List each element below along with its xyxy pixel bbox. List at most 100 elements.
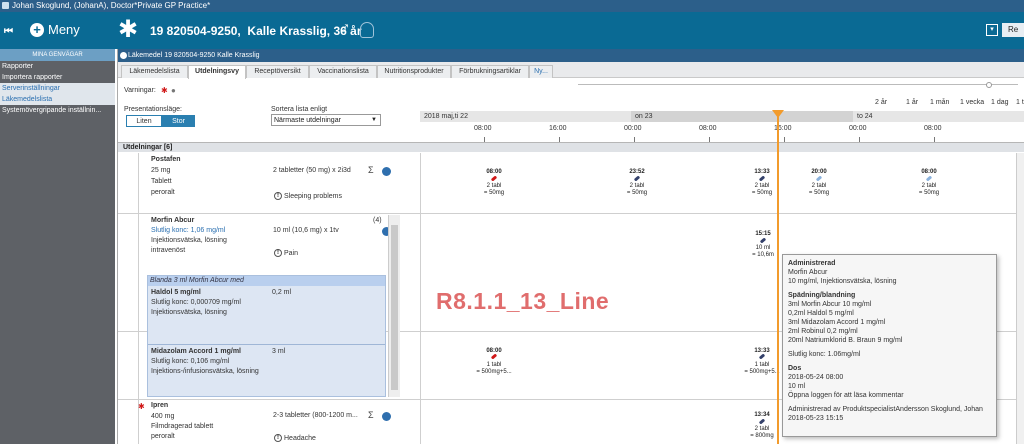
timeline-zoom-handle[interactable] bbox=[986, 82, 992, 88]
mix-item-haldol-form: Injektionsvätska, lösning bbox=[151, 309, 227, 316]
tooltip-line: Slutlig konc: 1.06mg/ml bbox=[788, 351, 861, 358]
tab-utdelningsvy[interactable]: Utdelningsvy bbox=[188, 65, 246, 79]
hour-label: 00:00 bbox=[849, 125, 867, 132]
list-scrollbar[interactable] bbox=[1016, 153, 1024, 444]
hour-label: 00:00 bbox=[624, 125, 642, 132]
date-band-tue: 2018 maj,ti 22 bbox=[420, 111, 631, 122]
zoom-1-month[interactable]: 1 mån bbox=[930, 99, 949, 106]
tab-receptoversikt[interactable]: Receptöversikt bbox=[246, 65, 309, 78]
watermark-text: R8.1.1_13_Line bbox=[436, 288, 610, 314]
tooltip-line: 10 mg/ml, Injektionsvätska, lösning bbox=[788, 278, 897, 285]
sidebar-item-systemovergripande[interactable]: Systemövergripande inställnin... bbox=[0, 105, 115, 116]
warning-asterisk-icon[interactable]: ✱ bbox=[161, 86, 168, 95]
info-icon: ! bbox=[274, 434, 282, 442]
administration-event[interactable]: 08:00 2 tabl = 50mg bbox=[474, 169, 514, 197]
date-band-wed: on 23 bbox=[631, 111, 853, 122]
app-header: ⏮ + Meny ✱ 19 820504-9250, Kalle Krassli… bbox=[0, 12, 1024, 49]
sidebar-item-serverinstallningar[interactable]: Serverinställningar bbox=[0, 83, 115, 94]
row-ipren-route: peroralt bbox=[151, 433, 175, 440]
tab-more[interactable]: Ny... bbox=[529, 65, 553, 78]
administration-event[interactable]: 13:33 1 tabl = 500mg+5... bbox=[742, 348, 782, 376]
size-small-button[interactable]: Liten bbox=[126, 115, 162, 127]
app-icon bbox=[2, 2, 9, 9]
mixture-title: Blanda 3 ml Morfin Abcur med bbox=[148, 276, 385, 286]
administration-event[interactable]: 13:34 2 tabl = 800mg bbox=[742, 412, 782, 440]
column-divider bbox=[420, 153, 421, 444]
administration-event[interactable]: 08:00 1 tabl = 500mg+5... bbox=[474, 348, 514, 376]
sidebar-item-rapporter[interactable]: Rapporter bbox=[0, 61, 115, 72]
administration-event[interactable]: 08:00 2 tabl = 50mg bbox=[909, 169, 949, 197]
size-large-button[interactable]: Stor bbox=[162, 115, 195, 127]
zoom-2-years[interactable]: 2 år bbox=[875, 99, 887, 106]
tooltip-line: 2ml Robinul 0,2 mg/ml bbox=[788, 328, 858, 335]
sidebar-title: MINA GENVÄGAR bbox=[0, 49, 115, 61]
warnings-label: Varningar: bbox=[124, 87, 156, 94]
panel-icon bbox=[120, 52, 127, 59]
popup-scrollbar[interactable] bbox=[388, 215, 400, 397]
tooltip-log-link[interactable]: Öppna loggen för att läsa kommentar bbox=[788, 391, 991, 400]
tab-nutritionsprodukter[interactable]: Nutritionsprodukter bbox=[377, 65, 451, 78]
zoom-1-week[interactable]: 1 vecka bbox=[960, 99, 984, 106]
timeline-zoom-slider[interactable] bbox=[578, 84, 1018, 85]
tooltip-line: Dos bbox=[788, 365, 802, 372]
tooltip-line: 2018-05-24 08:00 bbox=[788, 374, 844, 381]
menu-button[interactable]: + Meny bbox=[30, 22, 80, 37]
tab-forbrukningsartiklar[interactable]: Förbrukningsartiklar bbox=[451, 65, 529, 78]
row-ipren-dose: 2-3 tabletter (800-1200 m... bbox=[273, 412, 358, 419]
tooltip-line: Spädning/blandning bbox=[788, 292, 856, 299]
tooltip-line: Morfin Abcur bbox=[788, 269, 828, 276]
tooltip-line: Administrerad bbox=[788, 260, 836, 267]
sort-select[interactable]: Närmaste utdelningar ▼ bbox=[271, 114, 381, 126]
menu-label: Meny bbox=[48, 22, 80, 37]
mix-item-haldol-conc: Slutlig konc: 0,000709 mg/ml bbox=[151, 299, 241, 306]
tooltip-line: 0,2ml Haldol 5 mg/ml bbox=[788, 310, 854, 317]
plus-icon: + bbox=[30, 22, 44, 37]
administration-event[interactable]: 23:52 2 tabl = 50mg bbox=[617, 169, 657, 197]
collapse-left-icon[interactable]: ⏮ bbox=[4, 26, 13, 37]
hour-label: 16:00 bbox=[549, 125, 567, 132]
hour-label: 08:00 bbox=[699, 125, 717, 132]
zoom-1-year[interactable]: 1 år bbox=[906, 99, 918, 106]
mix-item-midazolam-form: Injektions-/infusionsvätska, lösning bbox=[151, 368, 259, 375]
zoom-1-hour[interactable]: 1 t bbox=[1016, 99, 1024, 106]
sigma-icon[interactable]: Σ bbox=[368, 410, 374, 420]
clock-icon[interactable] bbox=[382, 412, 391, 421]
row-ipren-strength: 400 mg bbox=[151, 413, 175, 420]
tab-bar: Läkemedelslista Utdelningsvy Receptövers… bbox=[118, 62, 1024, 79]
tab-vaccinationslista[interactable]: Vaccinationslista bbox=[309, 65, 377, 78]
mixture-panel: Blanda 3 ml Morfin Abcur med Haldol 5 mg… bbox=[147, 275, 386, 397]
sort-label: Sortera lista enligt bbox=[271, 106, 328, 113]
popup-scroll-thumb[interactable] bbox=[391, 225, 398, 390]
patient-id-name: 19 820504-9250, Kalle Krasslig, 36 år bbox=[150, 24, 362, 38]
window-titlebar: Johan Skoglund, (JohanA), Doctor*Private… bbox=[0, 0, 1024, 12]
row-ipren-reason: Headache bbox=[284, 435, 316, 442]
sidebar-item-lakemedelslista[interactable]: Läkemedelslista bbox=[0, 94, 115, 105]
administration-tooltip: Administrerad Morfin Abcur 10 mg/ml, Inj… bbox=[782, 254, 997, 437]
chevron-down-icon: ▼ bbox=[371, 117, 377, 123]
header-right-button[interactable]: Re bbox=[1002, 23, 1024, 37]
main-panel: Läkemedel 19 820504-9250 Kalle Krasslig … bbox=[117, 49, 1024, 444]
hour-label: 08:00 bbox=[924, 125, 942, 132]
tab-lakemedelslista[interactable]: Läkemedelslista bbox=[121, 65, 188, 78]
tooltip-line: Administrerad av ProduktspecialistAnders… bbox=[788, 406, 983, 413]
person-icon[interactable] bbox=[360, 22, 374, 38]
tooltip-line: 10 ml bbox=[788, 383, 806, 390]
mix-divider bbox=[148, 344, 385, 345]
now-line bbox=[777, 116, 779, 444]
row-ipren-name[interactable]: Ipren bbox=[151, 402, 168, 409]
presentation-label: Presentationsläge: bbox=[124, 106, 182, 113]
warning-pill-icon[interactable]: ● bbox=[171, 86, 176, 95]
administration-event[interactable]: 20:00 2 tabl = 50mg bbox=[799, 169, 839, 197]
administration-event[interactable]: 13:33 2 tabl = 50mg bbox=[742, 169, 782, 197]
row-postafen-name[interactable]: Postafen bbox=[151, 156, 181, 163]
mix-item-midazolam-conc: Slutlig konc: 0,106 mg/ml bbox=[151, 358, 230, 365]
tooltip-line: 3ml Morfin Abcur 10 mg/ml bbox=[788, 301, 872, 308]
header-dropdown-button[interactable]: ▾ bbox=[986, 24, 998, 36]
mix-item-midazolam-name: Midazolam Accord 1 mg/ml bbox=[151, 348, 241, 355]
alert-asterisk-icon[interactable]: ✱ bbox=[138, 402, 145, 411]
sidebar-item-importera-rapporter[interactable]: Importera rapporter bbox=[0, 72, 115, 83]
sidebar: MINA GENVÄGAR Rapporter Importera rappor… bbox=[0, 49, 115, 444]
zoom-1-day[interactable]: 1 dag bbox=[991, 99, 1009, 106]
mix-item-haldol-name: Haldol 5 mg/ml bbox=[151, 289, 201, 296]
star-of-life-icon: ✱ bbox=[118, 16, 139, 43]
